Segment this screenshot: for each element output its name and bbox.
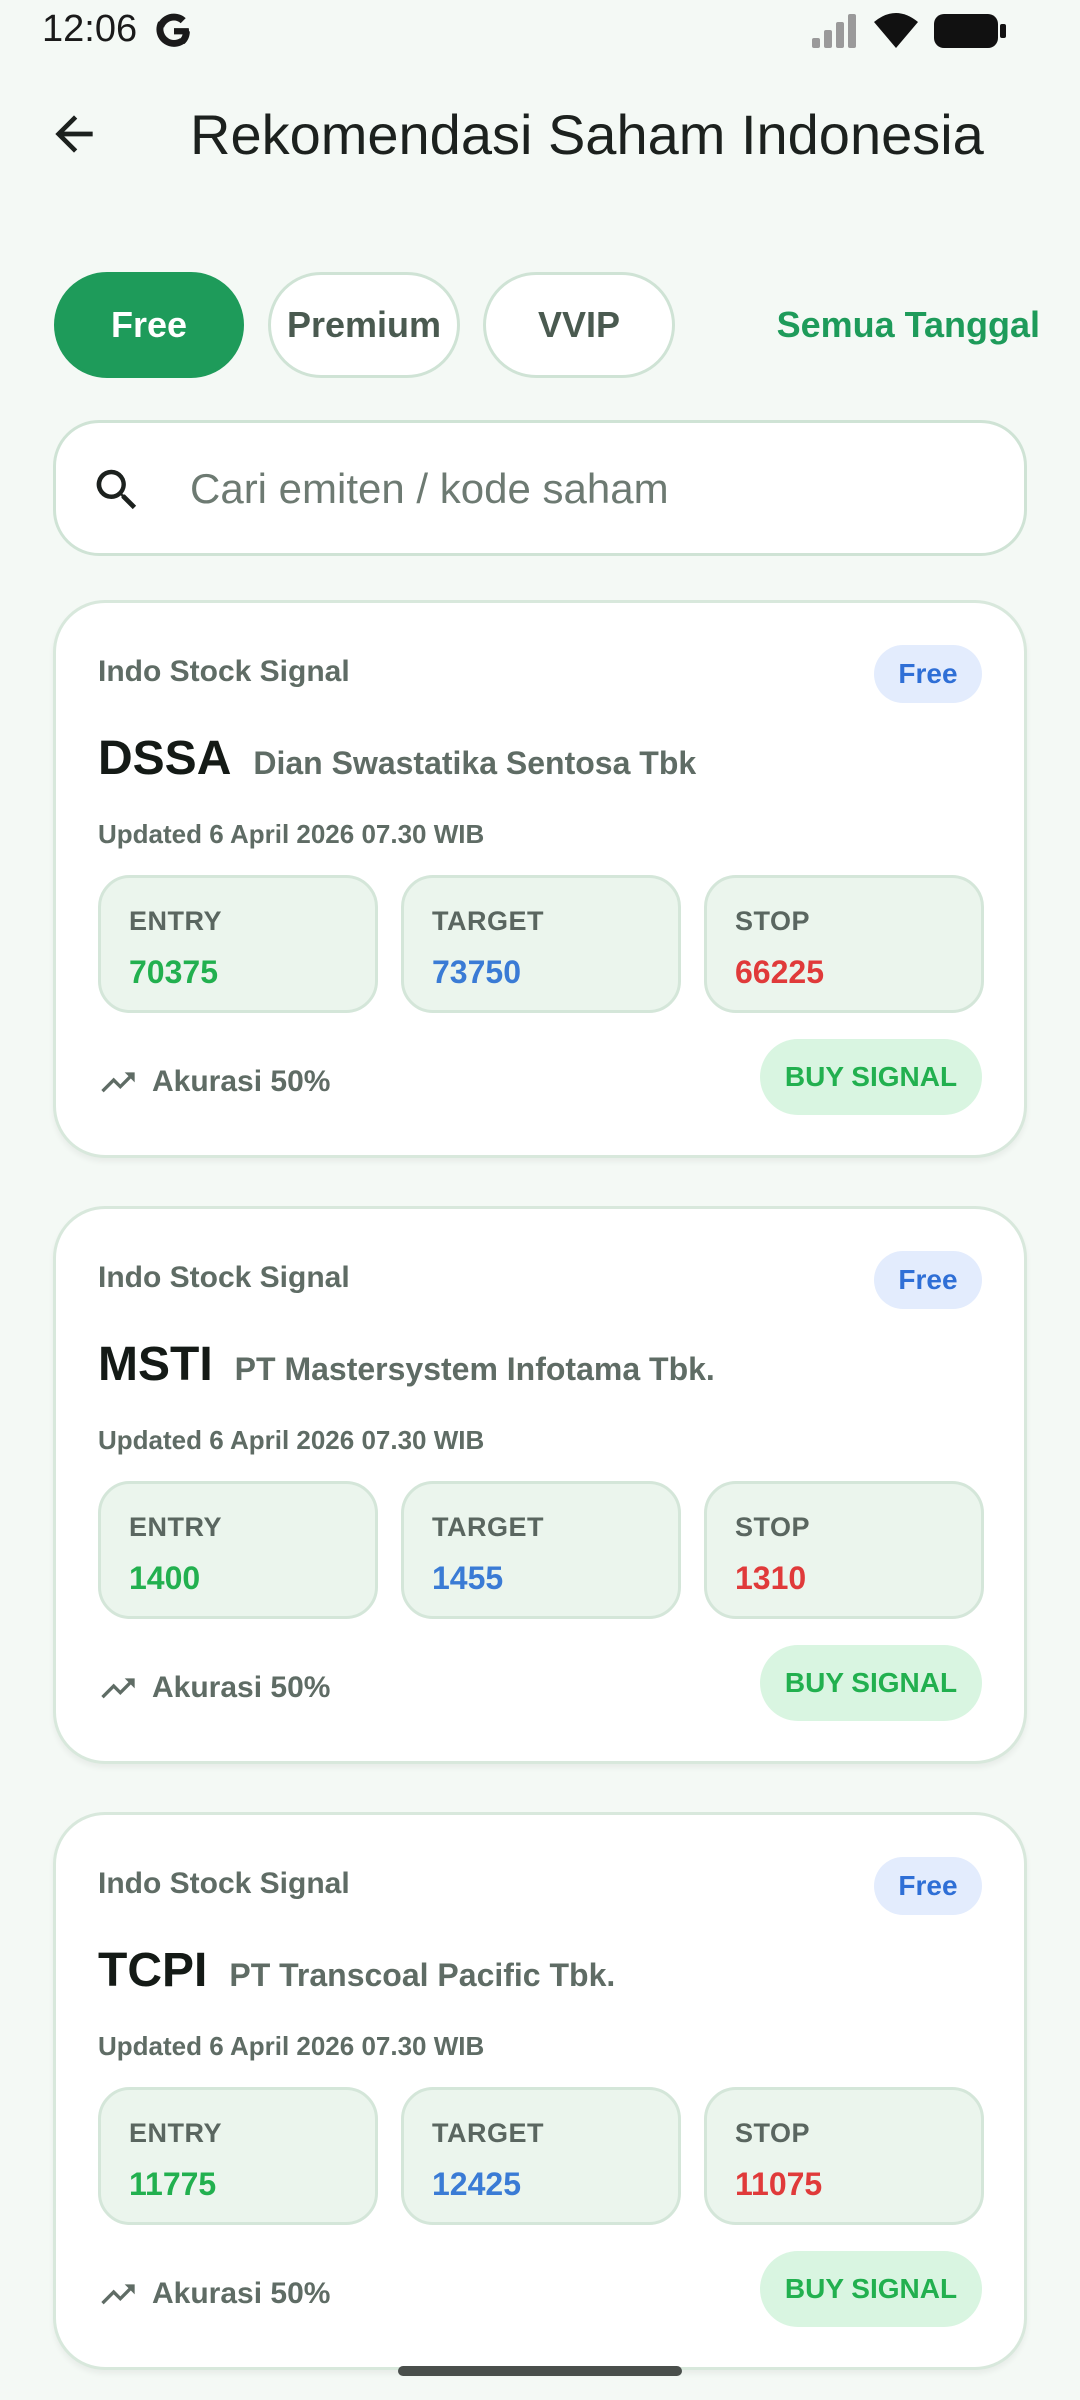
updated-timestamp: Updated 6 April 2026 07.30 WIB: [98, 819, 485, 849]
tier-badge: Free: [874, 1251, 982, 1309]
back-arrow-icon[interactable]: [46, 106, 102, 162]
stop-box: STOP 66225: [704, 875, 984, 1013]
accuracy-text: Akurasi 50%: [152, 2277, 331, 2310]
signal-card[interactable]: Indo Stock Signal Free TCPI PT Transcoal…: [53, 1812, 1027, 2370]
search-input[interactable]: [190, 449, 990, 529]
tab-free[interactable]: Free: [54, 272, 244, 378]
target-value: 12425: [432, 2166, 521, 2202]
signal-card[interactable]: Indo Stock Signal Free MSTI PT Mastersys…: [53, 1206, 1027, 1764]
target-box: TARGET 12425: [401, 2087, 681, 2225]
status-time: 12:06: [42, 8, 138, 50]
title-row: TCPI PT Transcoal Pacific Tbk.: [98, 1943, 615, 1998]
stop-value: 11075: [735, 2166, 823, 2202]
company-name: PT Mastersystem Infotama Tbk.: [234, 1351, 715, 1387]
provider-name: Indo Stock Signal: [98, 1261, 350, 1294]
date-filter-button[interactable]: Semua Tanggal: [700, 304, 1040, 346]
target-value: 73750: [432, 954, 521, 990]
accuracy-text: Akurasi 50%: [152, 1671, 331, 1704]
trending-up-icon: [101, 2284, 135, 2305]
home-indicator[interactable]: [398, 2366, 682, 2376]
page-title: Rekomendasi Saham Indonesia: [190, 103, 984, 166]
target-box: TARGET 73750: [401, 875, 681, 1013]
entry-value: 11775: [129, 2166, 217, 2202]
tab-vvip[interactable]: VVIP: [483, 272, 675, 378]
stop-label: STOP: [735, 906, 811, 936]
stop-value: 66225: [735, 954, 824, 990]
entry-label: ENTRY: [129, 2118, 223, 2148]
battery-icon: [934, 14, 1006, 48]
ticker-code: TCPI: [98, 1944, 208, 1997]
buy-signal-badge: BUY SIGNAL: [760, 2251, 982, 2327]
buy-signal-badge: BUY SIGNAL: [760, 1039, 982, 1115]
ticker-code: MSTI: [98, 1338, 213, 1391]
status-bar: 12:06: [0, 0, 1080, 60]
target-label: TARGET: [432, 1512, 544, 1542]
company-name: Dian Swastatika Sentosa Tbk: [253, 745, 697, 781]
signal-card[interactable]: Indo Stock Signal Free DSSA Dian Swastat…: [53, 600, 1027, 1158]
trending-up-icon: [101, 1678, 135, 1699]
updated-timestamp: Updated 6 April 2026 07.30 WIB: [98, 1425, 485, 1455]
entry-box: ENTRY 11775: [98, 2087, 378, 2225]
entry-box: ENTRY 1400: [98, 1481, 378, 1619]
google-icon: [156, 13, 190, 47]
provider-name: Indo Stock Signal: [98, 1867, 350, 1900]
target-label: TARGET: [432, 2118, 544, 2148]
stop-value: 1310: [735, 1560, 807, 1596]
tier-badge: Free: [874, 1857, 982, 1915]
search-box[interactable]: [53, 420, 1027, 556]
entry-box: ENTRY 70375: [98, 875, 378, 1013]
signal-icon: [812, 14, 856, 48]
stop-box: STOP 1310: [704, 1481, 984, 1619]
target-value: 1455: [432, 1560, 504, 1596]
target-box: TARGET 1455: [401, 1481, 681, 1619]
provider-name: Indo Stock Signal: [98, 655, 350, 688]
entry-value: 1400: [129, 1560, 201, 1596]
ticker-code: DSSA: [98, 732, 232, 785]
stop-box: STOP 11075: [704, 2087, 984, 2225]
target-label: TARGET: [432, 906, 544, 936]
company-name: PT Transcoal Pacific Tbk.: [229, 1957, 616, 1993]
trending-up-icon: [101, 1072, 135, 1093]
stop-label: STOP: [735, 1512, 811, 1542]
stop-label: STOP: [735, 2118, 811, 2148]
entry-label: ENTRY: [129, 1512, 223, 1542]
wifi-icon: [874, 13, 918, 48]
app-screen: 12:06 Rekomendasi Saham Indonesia Free P…: [0, 0, 1080, 2400]
tab-premium[interactable]: Premium: [268, 272, 460, 378]
accuracy-text: Akurasi 50%: [152, 1065, 331, 1098]
title-row: DSSA Dian Swastatika Sentosa Tbk: [98, 731, 696, 786]
search-icon: [96, 469, 137, 510]
title-row: MSTI PT Mastersystem Infotama Tbk.: [98, 1337, 715, 1392]
entry-label: ENTRY: [129, 906, 223, 936]
updated-timestamp: Updated 6 April 2026 07.30 WIB: [98, 2031, 485, 2061]
tier-badge: Free: [874, 645, 982, 703]
buy-signal-badge: BUY SIGNAL: [760, 1645, 982, 1721]
entry-value: 70375: [129, 954, 218, 990]
